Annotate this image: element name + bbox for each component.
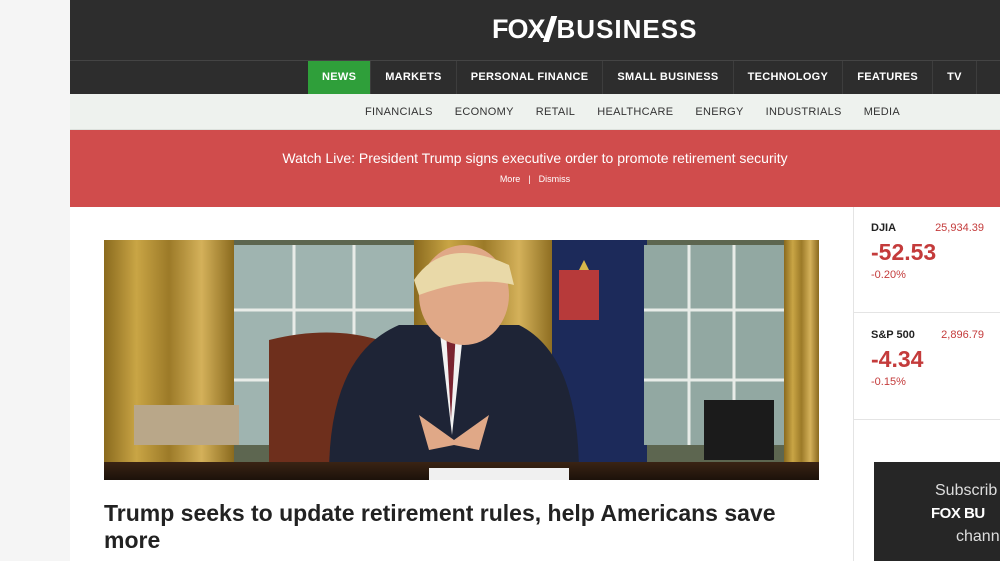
article-headline[interactable]: Trump seeks to update retirement rules, … — [104, 500, 819, 554]
nav-item-technology[interactable]: TECHNOLOGY — [734, 61, 844, 94]
ticker-percent: -0.20% — [871, 269, 906, 281]
main-content: Trump seeks to update retirement rules, … — [70, 207, 853, 561]
nav-item-small-business[interactable]: SMALL BUSINESS — [603, 61, 734, 94]
subnav-item-economy[interactable]: ECONOMY — [444, 94, 525, 130]
main-nav: NEWS MARKETS PERSONAL FINANCE SMALL BUSI… — [70, 60, 1000, 94]
ticker-sp500[interactable]: S&P 500 2,896.79 -4.34 -0.15% — [854, 314, 1000, 420]
ticker-percent: -0.15% — [871, 376, 906, 388]
ticker-change: -52.53 — [871, 239, 937, 265]
ticker-djia[interactable]: DJIA 25,934.39 -52.53 -0.20% — [854, 207, 1000, 313]
nav-item-tv[interactable]: TV — [933, 61, 977, 94]
subnav-item-retail[interactable]: RETAIL — [525, 94, 587, 130]
promo-logo-text: FOX BU — [931, 505, 985, 522]
alert-actions: More | Dismiss — [70, 174, 1000, 184]
site-header: FOX BUSINESS — [70, 0, 1000, 60]
browser-left-gutter — [0, 0, 70, 561]
subnav-item-industrials[interactable]: INDUSTRIALS — [755, 94, 853, 130]
alert-separator: | — [528, 174, 531, 184]
ticker-change: -4.34 — [871, 346, 924, 372]
subnav-item-energy[interactable]: ENERGY — [684, 94, 754, 130]
fox-business-logo[interactable]: FOX BUSINESS — [492, 14, 697, 44]
ticker-price: 25,934.39 — [935, 222, 984, 234]
nav-item-personal-finance[interactable]: PERSONAL FINANCE — [457, 61, 604, 94]
alert-dismiss-link[interactable]: Dismiss — [539, 174, 571, 184]
hero-image[interactable] — [104, 240, 819, 480]
ticker-name: DJIA — [871, 222, 897, 234]
market-sidebar: DJIA 25,934.39 -52.53 -0.20% S&P 500 2,8… — [853, 207, 1000, 561]
ticker-price: 2,896.79 — [941, 329, 984, 341]
subnav-item-healthcare[interactable]: HEALTHCARE — [586, 94, 684, 130]
subnav-item-financials[interactable]: FINANCIALS — [354, 94, 444, 130]
subnav-item-media[interactable]: MEDIA — [853, 94, 911, 130]
logo-fox-text: FOX — [492, 14, 546, 44]
promo-channel-text: chann — [956, 528, 1000, 545]
nav-item-markets[interactable]: MARKETS — [371, 61, 457, 94]
breaking-alert-banner: Watch Live: President Trump signs execut… — [70, 130, 1000, 207]
alert-more-link[interactable]: More — [500, 174, 521, 184]
alert-title-link[interactable]: Watch Live: President Trump signs execut… — [70, 150, 1000, 166]
subscribe-promo[interactable]: Subscrib FOX BU chann — [874, 462, 1000, 561]
nav-item-features[interactable]: FEATURES — [843, 61, 934, 94]
ticker-name: S&P 500 — [871, 329, 915, 341]
sub-nav: FINANCIALS ECONOMY RETAIL HEALTHCARE ENE… — [70, 94, 1000, 130]
nav-item-news[interactable]: NEWS — [308, 61, 372, 94]
logo-business-text: BUSINESS — [556, 14, 698, 44]
promo-subscribe-text: Subscrib — [935, 482, 998, 499]
